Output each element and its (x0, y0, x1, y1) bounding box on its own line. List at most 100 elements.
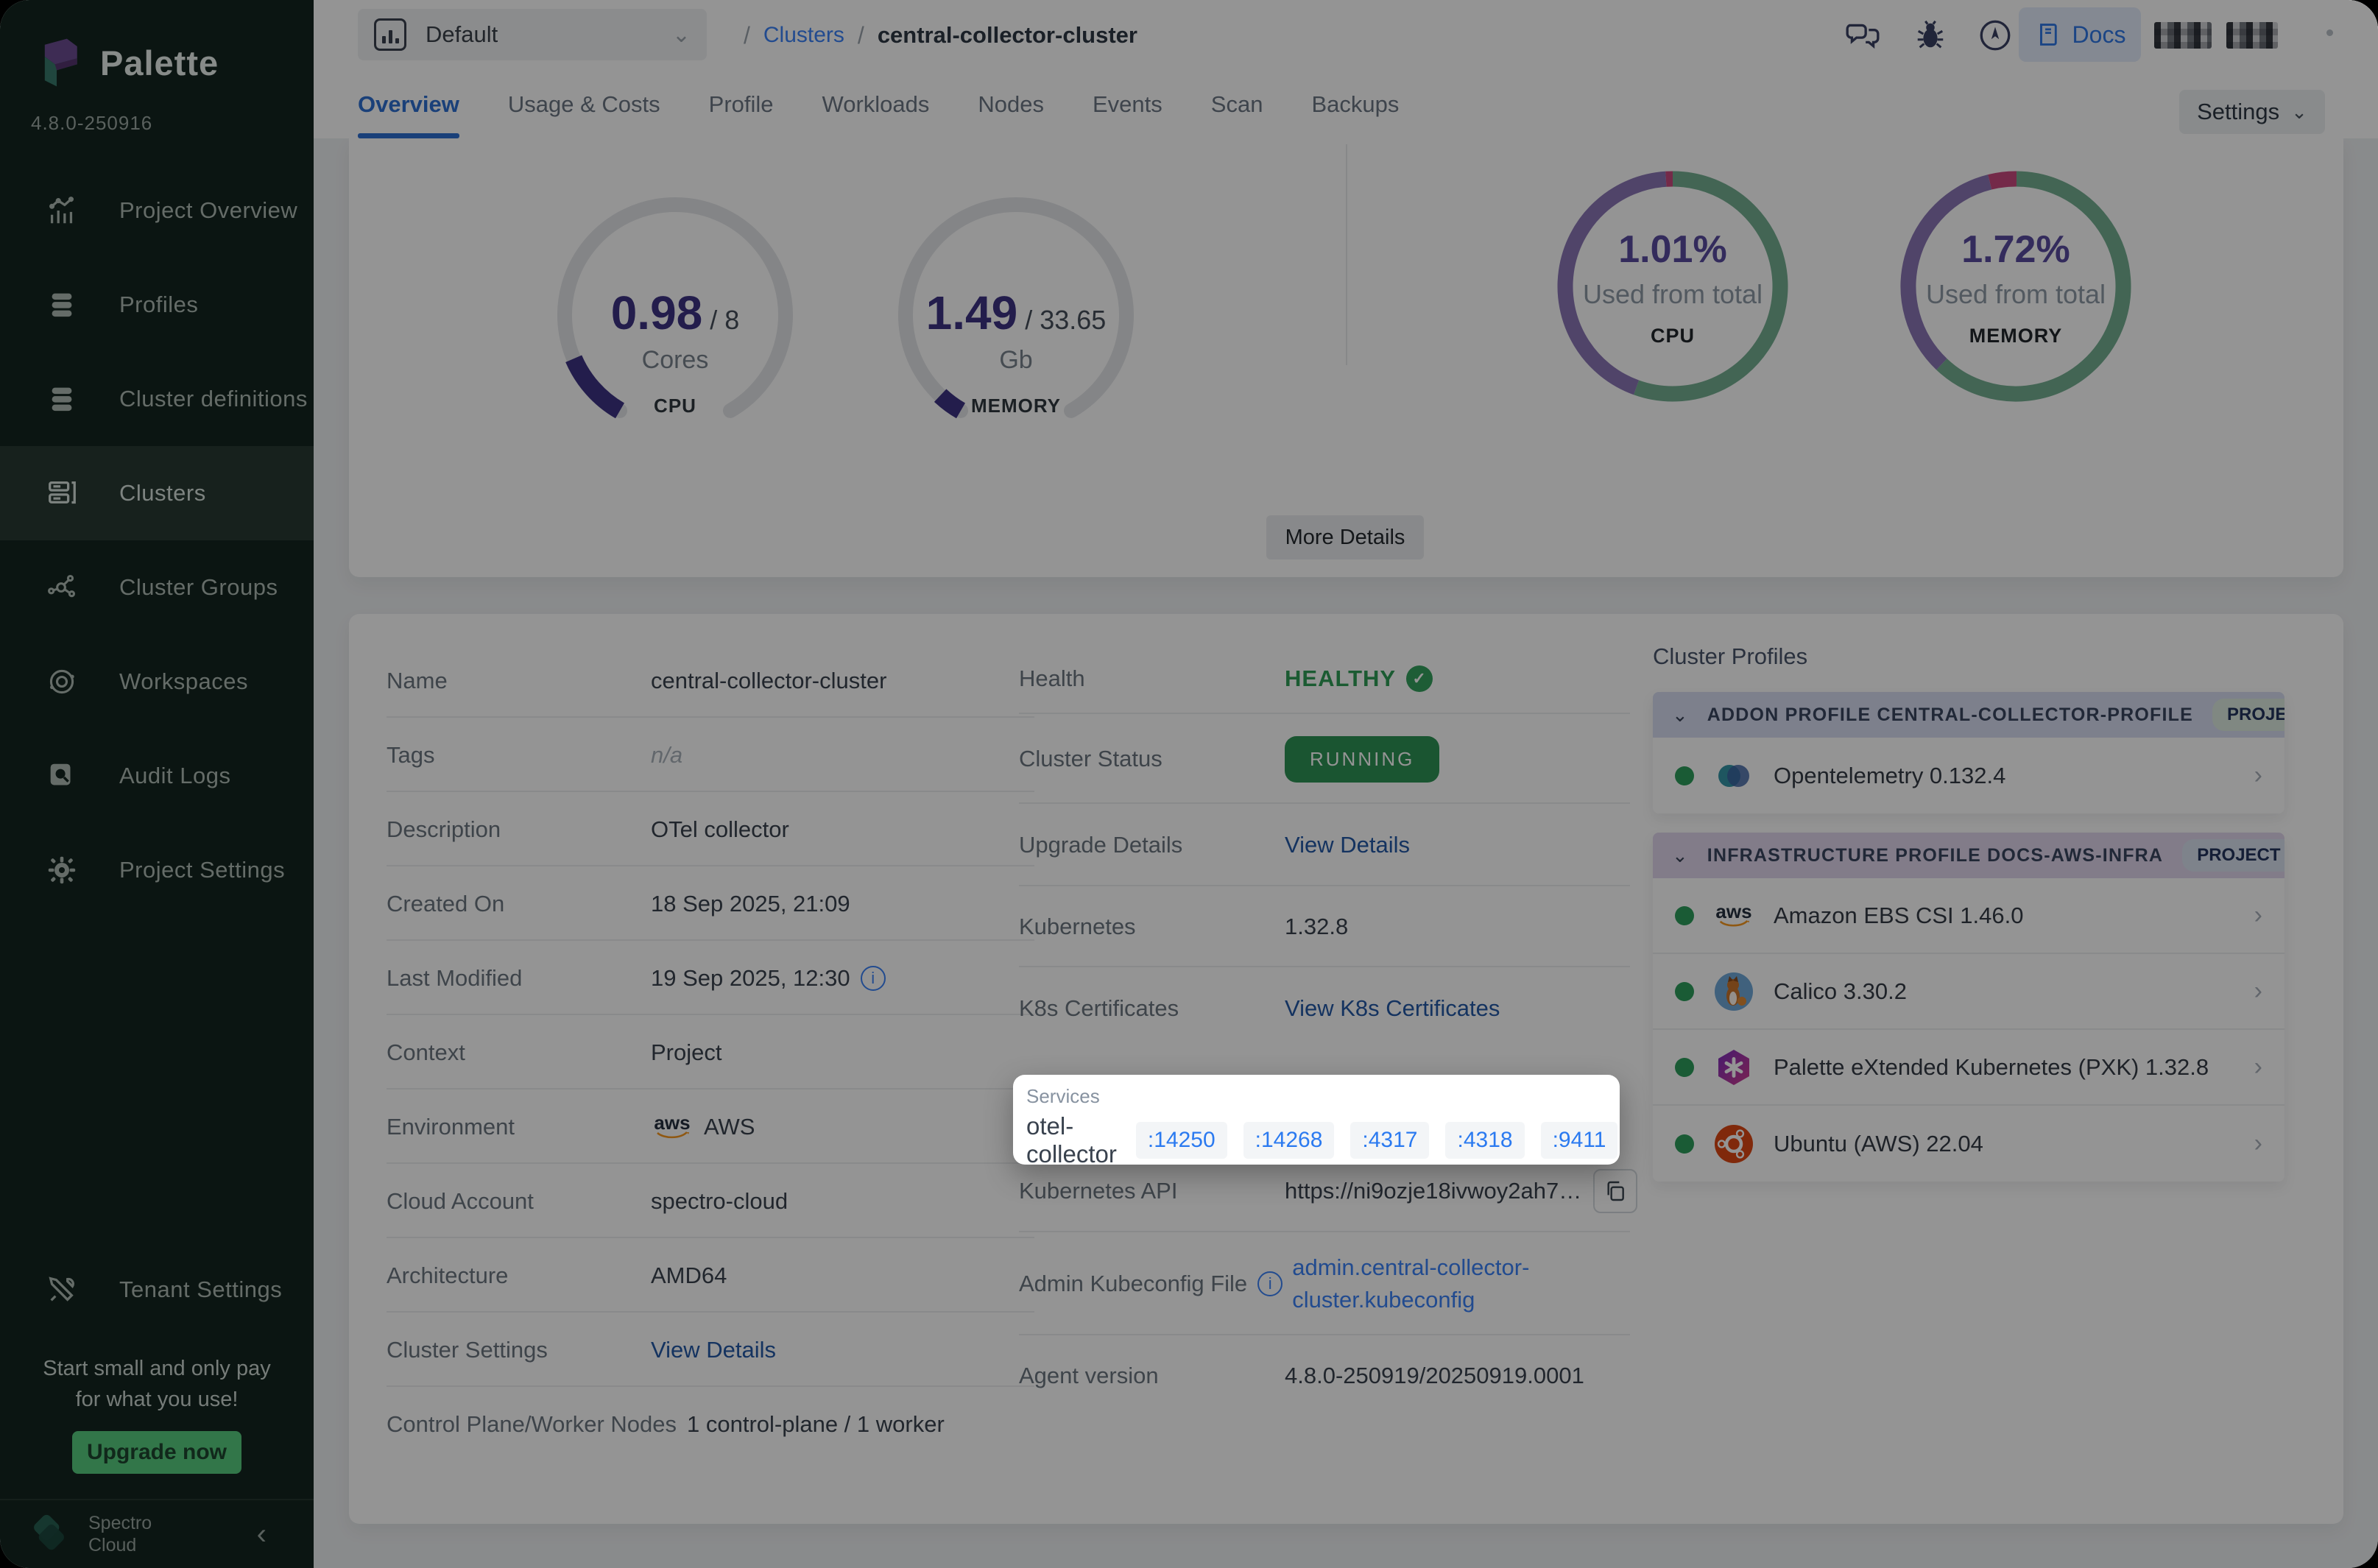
description-value: OTel collector (651, 816, 789, 843)
report-bug-icon[interactable] (1911, 16, 1950, 54)
presence-dot (2326, 29, 2333, 36)
profile-layer-row-calico[interactable]: Calico 3.30.2 › (1653, 954, 2284, 1030)
sidebar-item-audit-logs[interactable]: Audit Logs (0, 729, 314, 823)
metrics-card: 0.98/ 8 Cores CPU 1.49/ 33.65 Gb MEMORY … (349, 138, 2343, 577)
profile-layer-row-opentelemetry[interactable]: Opentelemetry 0.132.4 › (1653, 738, 2284, 813)
service-port-link[interactable]: :14268 (1243, 1122, 1335, 1159)
settings-label: Settings (2197, 99, 2279, 125)
infrastructure-profile-header[interactable]: ⌄ INFRASTRUCTURE PROFILE DOCS-AWS-INFRA … (1653, 833, 2284, 878)
layers-icon (43, 382, 81, 416)
memory-used-percent: 1.72% (1899, 227, 2132, 272)
spectro-cloud-logo-icon (27, 1510, 75, 1558)
breadcrumb: / Clusters / central-collector-cluster (744, 0, 1137, 71)
cpu-donut-title: CPU (1556, 325, 1789, 347)
cpu-gauge-title: CPU (543, 395, 808, 417)
cpu-unit-label: Cores (543, 346, 808, 375)
feedback-chat-icon[interactable] (1844, 16, 1882, 54)
tab-workloads[interactable]: Workloads (822, 71, 930, 138)
cpu-donut-subtitle: Used from total (1556, 279, 1789, 310)
details-column: Name central-collector-cluster Tags n/a … (387, 643, 1042, 1461)
tab-nodes[interactable]: Nodes (978, 71, 1044, 138)
project-scope-dropdown[interactable]: Default ⌄ (358, 9, 707, 60)
redacted-username-block (2226, 22, 2278, 49)
tab-overview[interactable]: Overview (358, 71, 459, 138)
memory-usage-donut-chart: 1.72% Used from total MEMORY (1899, 170, 2132, 403)
upgrade-now-button[interactable]: Upgrade now (72, 1431, 241, 1474)
app-window: Palette 4.8.0-250916 Project Overview Pr… (0, 0, 2378, 1568)
tools-icon (43, 1273, 81, 1307)
detail-row-tags: Tags n/a (387, 718, 1042, 792)
help-compass-icon[interactable] (1976, 16, 2014, 54)
cluster-settings-view-details-link[interactable]: View Details (651, 1337, 776, 1363)
breadcrumb-clusters-link[interactable]: Clusters (763, 23, 844, 48)
service-port-link[interactable]: :4317 (1350, 1122, 1429, 1159)
detail-row-cloud-account: Cloud Account spectro-cloud (387, 1164, 1042, 1238)
chevron-down-icon: ⌄ (672, 22, 691, 48)
chevron-right-icon: › (2254, 761, 2262, 790)
chevron-right-icon: › (2254, 1053, 2262, 1081)
profile-layer-row-ubuntu[interactable]: Ubuntu (AWS) 22.04 › (1653, 1106, 2284, 1182)
addon-profile-header[interactable]: ⌄ ADDON PROFILE CENTRAL-COLLECTOR-PROFIL… (1653, 692, 2284, 738)
docs-button[interactable]: Docs (2019, 7, 2141, 62)
detail-row-created-on: Created On 18 Sep 2025, 21:09 (387, 866, 1042, 941)
admin-kubeconfig-link[interactable]: admin.central-collector-cluster.kubeconf… (1292, 1251, 1637, 1316)
status-row-k8s-certificates: K8s Certificates View K8s Certificates (1019, 967, 1637, 1050)
view-k8s-certificates-link[interactable]: View K8s Certificates (1285, 995, 1500, 1022)
service-port-link[interactable]: :4318 (1445, 1122, 1524, 1159)
cpu-gauge-chart: 0.98/ 8 Cores CPU (543, 183, 808, 448)
profile-layer-row-ebs-csi[interactable]: aws Amazon EBS CSI 1.46.0 › (1653, 878, 2284, 954)
more-details-button[interactable]: More Details (1266, 515, 1424, 559)
running-status-badge: RUNNING (1285, 736, 1439, 783)
project-badge: PROJECT (2182, 839, 2284, 872)
kubernetes-version-value: 1.32.8 (1285, 914, 1348, 940)
upgrade-view-details-link[interactable]: View Details (1285, 832, 1410, 858)
detail-row-last-modified: Last Modified 19 Sep 2025, 12:30 i (387, 941, 1042, 1015)
detail-row-environment: Environment aws AWS (387, 1090, 1042, 1164)
audit-log-icon (43, 759, 81, 793)
cloud-account-value: spectro-cloud (651, 1188, 788, 1215)
sidebar-item-workspaces[interactable]: Workspaces (0, 635, 314, 729)
detail-row-nodes: Control Plane/Worker Nodes 1 control-pla… (387, 1387, 1042, 1461)
cluster-name-value: central-collector-cluster (651, 668, 886, 694)
ubuntu-logo-icon (1713, 1123, 1754, 1165)
environment-value: AWS (704, 1114, 755, 1140)
service-port-link[interactable]: :9411 (1541, 1122, 1618, 1159)
tab-profile[interactable]: Profile (709, 71, 774, 138)
sidebar-item-tenant-settings[interactable]: Tenant Settings (0, 1243, 314, 1337)
addon-profile-group: ⌄ ADDON PROFILE CENTRAL-COLLECTOR-PROFIL… (1653, 692, 2284, 813)
tab-usage-costs[interactable]: Usage & Costs (508, 71, 660, 138)
orbit-icon (43, 665, 81, 699)
status-row-agent-version: Agent version 4.8.0-250919/20250919.0001 (1019, 1335, 1637, 1416)
service-port-link[interactable]: :14250 (1136, 1122, 1227, 1159)
settings-button[interactable]: Settings ⌄ (2179, 90, 2325, 134)
info-icon[interactable]: i (861, 966, 886, 991)
status-row-health: Health HEALTHY ✓ (1019, 643, 1637, 714)
cpu-total-value: / 8 (710, 305, 739, 335)
cpu-used-percent: 1.01% (1556, 227, 1789, 272)
bar-chart-icon (43, 194, 81, 227)
chevron-right-icon: › (2254, 901, 2262, 930)
status-row-upgrade-details: Upgrade Details View Details (1019, 804, 1637, 886)
sidebar-item-profiles[interactable]: Profiles (0, 258, 314, 352)
spectro-cloud-wordmark: Spectro Cloud (88, 1512, 152, 1556)
sidebar-item-clusters[interactable]: Clusters (0, 446, 314, 540)
nodes-value: 1 control-plane / 1 worker (687, 1411, 945, 1438)
app-version: 4.8.0-250916 (31, 112, 152, 135)
sidebar-item-cluster-groups[interactable]: Cluster Groups (0, 540, 314, 635)
tab-events[interactable]: Events (1093, 71, 1162, 138)
cluster-profiles-panel: Cluster Profiles ⌄ ADDON PROFILE CENTRAL… (1653, 643, 2284, 1201)
copy-icon[interactable] (1593, 1169, 1637, 1213)
aws-logo-icon: aws (651, 1114, 694, 1140)
gear-icon (43, 853, 81, 887)
sidebar-item-cluster-definitions[interactable]: Cluster definitions (0, 352, 314, 446)
sidebar-collapse-chevron-icon[interactable]: ‹ (257, 1518, 267, 1551)
tab-backups[interactable]: Backups (1311, 71, 1399, 138)
sidebar-item-label: Profiles (119, 292, 198, 318)
tab-scan[interactable]: Scan (1211, 71, 1263, 138)
info-icon[interactable]: i (1257, 1271, 1283, 1296)
sidebar-item-project-settings[interactable]: Project Settings (0, 823, 314, 917)
profile-layer-row-pxk[interactable]: Palette eXtended Kubernetes (PXK) 1.32.8… (1653, 1030, 2284, 1106)
service-name: otel-collector (1026, 1112, 1117, 1168)
sidebar-item-project-overview[interactable]: Project Overview (0, 163, 314, 258)
detail-row-name: Name central-collector-cluster (387, 643, 1042, 718)
